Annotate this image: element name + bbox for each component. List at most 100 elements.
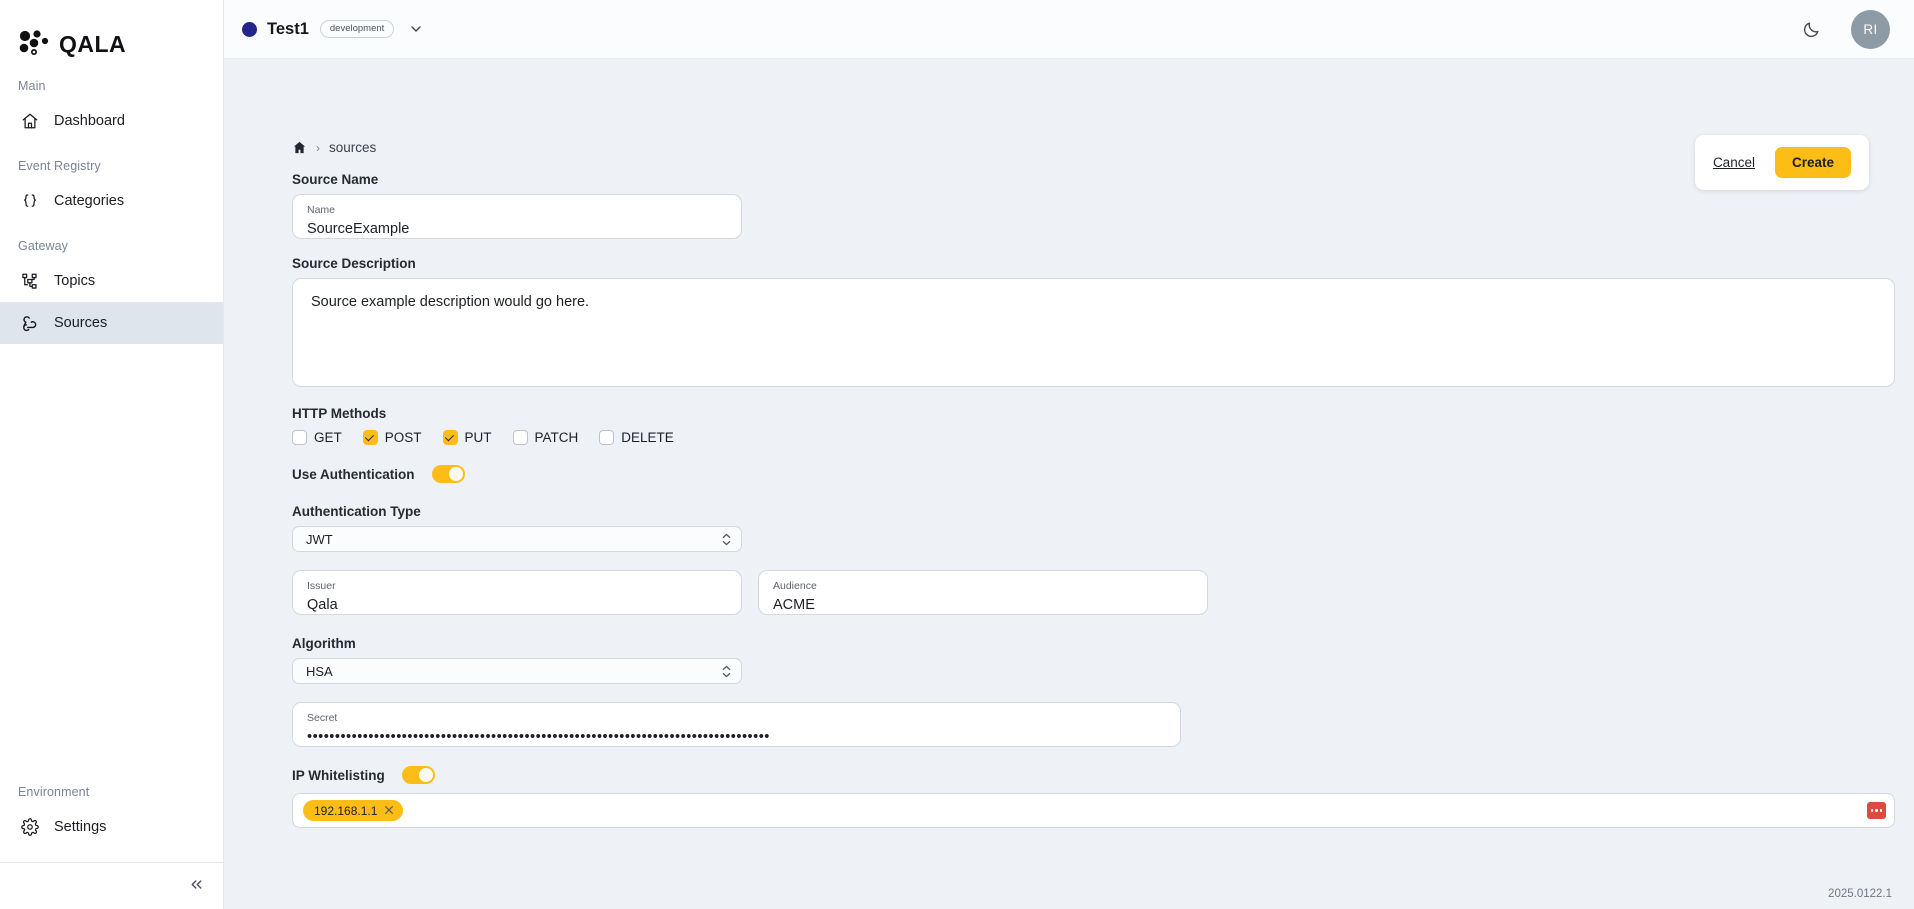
sidebar-footer xyxy=(0,862,223,909)
dot xyxy=(1875,809,1878,812)
issuer-audience-row: Issuer Qala Audience ACME xyxy=(269,570,1869,615)
checkbox-label: POST xyxy=(384,430,422,445)
checkbox-box[interactable] xyxy=(362,430,378,445)
braces-icon xyxy=(20,192,39,211)
project-color-dot xyxy=(242,21,257,37)
authentication-type-value: JWT xyxy=(306,531,333,547)
sidebar-item-label: Categories xyxy=(54,193,125,209)
sidebar-item-topics[interactable]: Topics xyxy=(0,260,223,302)
app-version: 2025.0122.1 xyxy=(1828,888,1892,900)
ip-whitelisting-toggle[interactable] xyxy=(401,766,435,784)
toggle-knob xyxy=(448,467,463,481)
topics-icon xyxy=(20,272,39,291)
checkbox-box[interactable] xyxy=(512,430,528,445)
breadcrumb-current[interactable]: sources xyxy=(329,140,376,155)
checkbox-patch[interactable]: PATCH xyxy=(512,430,579,445)
sidebar-item-settings[interactable]: Settings xyxy=(0,806,223,848)
breadcrumb: › sources xyxy=(269,59,1869,155)
qala-logo-icon xyxy=(18,30,50,58)
authentication-type-select[interactable]: JWT xyxy=(292,526,742,552)
checkbox-box[interactable] xyxy=(292,430,307,445)
sidebar-item-label: Topics xyxy=(54,273,96,289)
source-name-floating-label: Name xyxy=(307,204,336,216)
issuer-value: Qala xyxy=(307,596,338,613)
cancel-button[interactable]: Cancel xyxy=(1713,155,1755,170)
chevron-down-icon[interactable] xyxy=(408,21,424,37)
sidebar-item-dashboard[interactable]: Dashboard xyxy=(0,100,223,142)
sidebar-item-label: Dashboard xyxy=(54,113,125,129)
page-content: › sources Source Name Name SourceExample… xyxy=(224,59,1914,909)
checkbox-label: GET xyxy=(314,430,342,445)
issuer-floating-label: Issuer xyxy=(307,580,336,592)
source-description-label: Source Description xyxy=(292,256,416,271)
audience-input[interactable]: Audience ACME xyxy=(758,570,1208,615)
checkbox-box[interactable] xyxy=(442,430,458,445)
checkbox-put[interactable]: PUT xyxy=(442,430,492,445)
form-actions: Cancel Create xyxy=(1694,135,1869,190)
main-area: Test1 development RI › sources Source Na… xyxy=(224,0,1914,909)
avatar[interactable]: RI xyxy=(1851,9,1890,49)
algorithm-label: Algorithm xyxy=(292,636,356,651)
ip-whitelist-input[interactable]: 192.168.1.1 xyxy=(292,793,1895,828)
http-methods-group: GET POST PUT PATCH DELETE xyxy=(292,430,1869,445)
sidebar-section-environment: Environment xyxy=(18,785,90,799)
dot xyxy=(1870,809,1874,812)
ip-whitelisting-row: IP Whitelisting xyxy=(292,766,1869,784)
sidebar-item-label: Settings xyxy=(54,819,107,835)
chevron-updown-icon xyxy=(722,665,731,678)
close-icon[interactable] xyxy=(384,804,394,817)
dot xyxy=(1879,809,1883,812)
sidebar-section-main: Main xyxy=(18,79,46,93)
project-name: Test1 xyxy=(267,19,309,38)
sidebar-section-event-registry: Event Registry xyxy=(18,159,101,173)
checkbox-get[interactable]: GET xyxy=(292,430,342,445)
algorithm-select[interactable]: HSA xyxy=(292,658,742,684)
moon-icon[interactable] xyxy=(1802,20,1821,39)
checkbox-label: PATCH xyxy=(534,430,579,445)
app-root: QALA Main Dashboard Event Registry Categ… xyxy=(0,0,1914,909)
checkbox-label: PUT xyxy=(464,430,492,445)
ellipsis-icon[interactable] xyxy=(1867,802,1886,819)
sidebar-item-sources[interactable]: Sources xyxy=(0,302,223,344)
secret-value: ••••••••••••••••••••••••••••••••••••••••… xyxy=(307,728,770,745)
sidebar-item-categories[interactable]: Categories xyxy=(0,180,223,222)
sidebar-item-label: Sources xyxy=(54,315,108,331)
use-authentication-row: Use Authentication xyxy=(292,465,1869,483)
toggle-knob xyxy=(418,768,433,782)
source-name-label: Source Name xyxy=(292,172,379,187)
topbar: Test1 development RI xyxy=(224,0,1914,59)
sidebar: QALA Main Dashboard Event Registry Categ… xyxy=(0,0,224,909)
gear-icon xyxy=(20,818,39,837)
http-methods-label: HTTP Methods xyxy=(292,406,387,421)
environment-badge: development xyxy=(319,20,395,38)
algorithm-value: HSA xyxy=(306,663,333,679)
chevrons-left-icon[interactable] xyxy=(188,876,205,896)
brand-name: QALA xyxy=(59,30,127,57)
ip-chip[interactable]: 192.168.1.1 xyxy=(303,800,404,821)
checkbox-label: DELETE xyxy=(621,430,674,445)
home-icon[interactable] xyxy=(292,140,307,155)
source-name-input[interactable]: Name SourceExample xyxy=(292,194,742,239)
chevron-updown-icon xyxy=(722,533,731,546)
checkbox-post[interactable]: POST xyxy=(362,430,422,445)
issuer-input[interactable]: Issuer Qala xyxy=(292,570,742,615)
use-authentication-label: Use Authentication xyxy=(292,466,415,482)
secret-floating-label: Secret xyxy=(307,712,338,724)
webhook-icon xyxy=(20,314,39,333)
checkbox-delete[interactable]: DELETE xyxy=(599,430,674,445)
home-icon xyxy=(20,112,39,131)
use-authentication-toggle[interactable] xyxy=(431,465,465,483)
sidebar-section-gateway: Gateway xyxy=(18,239,69,253)
brand-logo[interactable]: QALA xyxy=(0,0,223,62)
ip-whitelisting-label: IP Whitelisting xyxy=(292,767,385,783)
breadcrumb-separator: › xyxy=(316,140,320,155)
source-description-textarea[interactable]: Source example description would go here… xyxy=(292,278,1895,387)
source-name-value: SourceExample xyxy=(307,220,410,237)
secret-input[interactable]: Secret •••••••••••••••••••••••••••••••••… xyxy=(292,702,1181,747)
checkbox-box[interactable] xyxy=(599,430,615,445)
audience-floating-label: Audience xyxy=(773,580,817,592)
audience-value: ACME xyxy=(773,596,815,613)
authentication-type-label: Authentication Type xyxy=(292,504,421,519)
create-button[interactable]: Create xyxy=(1774,147,1851,178)
